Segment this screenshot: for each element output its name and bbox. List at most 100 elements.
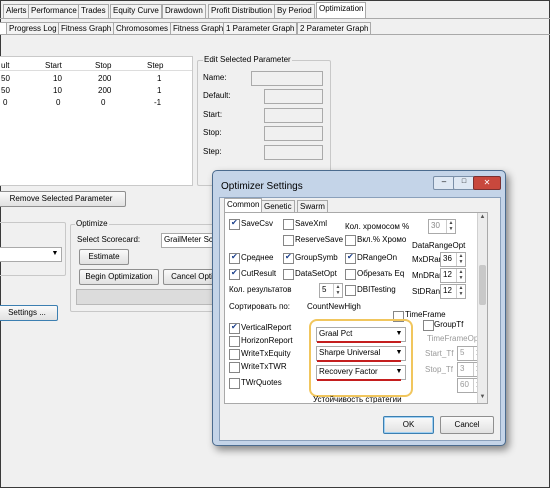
spinner-icon[interactable]: ▲▼: [456, 253, 465, 266]
stop-field[interactable]: [264, 126, 323, 141]
parameter-table[interactable]: ult Start Stop Step 50 10 200 1 50 10 20…: [0, 56, 193, 186]
edit-parameter-group: Edit Selected Parameter Name: Default: S…: [197, 55, 331, 186]
estimate-button[interactable]: Estimate: [79, 249, 129, 265]
results-count-input[interactable]: 5 ▲ ▼: [319, 283, 343, 298]
scroll-up-icon[interactable]: ▲: [479, 214, 486, 222]
underline-annotation: [317, 360, 401, 362]
datasetopt-checkbox[interactable]: [283, 269, 294, 280]
column-header-start[interactable]: Start: [45, 61, 62, 70]
sort-value[interactable]: CountNewHigh: [307, 302, 361, 311]
tab-drawdown[interactable]: Drawdown: [162, 4, 206, 18]
column-header-default[interactable]: ult: [1, 61, 9, 70]
default-field[interactable]: [264, 89, 323, 104]
vkl-hromo-checkbox[interactable]: [345, 235, 356, 246]
scroll-down-icon[interactable]: ▼: [479, 394, 486, 402]
cancel-button[interactable]: Cancel: [440, 416, 494, 434]
spinner-icon[interactable]: ▲▼: [446, 220, 455, 233]
ok-button[interactable]: OK: [383, 416, 434, 434]
tab-profit-distribution[interactable]: Profit Distribution: [208, 4, 275, 18]
column-header-stop[interactable]: Stop: [95, 61, 111, 70]
timeframe-label: TimeFrame: [405, 310, 446, 319]
reservesave-label: ReserveSave: [295, 235, 344, 244]
tab-2-parameter-graph[interactable]: 2 Parameter Graph: [297, 22, 372, 34]
optimization-subtabs: Progress Log Fitness Graph Chromosomes F…: [0, 21, 550, 35]
stop-label: Stop:: [203, 128, 222, 137]
vkl-hromo-label: Вкл.% Хромо: [357, 235, 407, 244]
spinner-icon[interactable]: ▲▼: [333, 284, 342, 297]
srednee-label: Среднее: [241, 253, 274, 262]
tab-optimization[interactable]: Optimization: [316, 2, 367, 19]
writetxequity-label: WriteTxEquity: [241, 349, 291, 358]
chromosome-percent-value: 30: [431, 221, 440, 230]
remove-parameter-button[interactable]: Remove Selected Parameter: [0, 191, 126, 207]
step-field[interactable]: [264, 145, 323, 160]
tab-equity-curve[interactable]: Equity Curve: [110, 4, 162, 18]
tab-performance[interactable]: Performance: [28, 4, 80, 18]
scrollbar[interactable]: ▲ ▼: [477, 213, 487, 403]
start-tf-value: 5: [460, 348, 465, 357]
verticalreport-checkbox[interactable]: [229, 322, 240, 334]
groupsymb-checkbox[interactable]: [283, 252, 294, 264]
mndran-input[interactable]: 12 ▲ ▼: [440, 268, 466, 283]
srednee-checkbox[interactable]: [229, 252, 240, 264]
tab-fitness-graph[interactable]: Fitness Graph: [58, 22, 115, 34]
mxdran-input[interactable]: 36 ▲ ▼: [440, 252, 466, 267]
chevron-down-icon: ▼: [395, 330, 403, 337]
cutresult-checkbox[interactable]: [229, 268, 240, 280]
scorecard-combo-1[interactable]: Graal Pct ▼: [316, 327, 406, 342]
groupsymb-label: GroupSymb: [295, 253, 338, 262]
reservesave-checkbox[interactable]: [283, 235, 294, 246]
minimize-icon[interactable]: –: [433, 176, 455, 190]
chromosome-percent-input[interactable]: 30 ▲ ▼: [428, 219, 456, 234]
dbitesting-checkbox[interactable]: [345, 285, 356, 296]
tab-by-period[interactable]: By Period: [274, 4, 315, 18]
tab-chromosomes[interactable]: Chromosomes: [113, 22, 172, 34]
settings-combo[interactable]: ▼: [0, 247, 62, 262]
scorecard-combo-2[interactable]: Sharpe Universal ▼: [316, 346, 406, 361]
cell: 10: [53, 74, 62, 83]
tab-fitness-graph-2[interactable]: Fitness Graph: [170, 22, 227, 34]
name-label: Name:: [203, 73, 227, 82]
tab-common[interactable]: Common: [224, 198, 263, 213]
close-icon[interactable]: ✕: [473, 176, 501, 190]
grouptf-checkbox[interactable]: [423, 320, 434, 331]
cell: 0: [101, 98, 106, 107]
savecsv-checkbox[interactable]: [229, 218, 240, 230]
chevron-down-icon: ▼: [395, 349, 403, 356]
writetxtwr-label: WriteTxTWR: [241, 362, 287, 371]
stdran-input[interactable]: 12 ▲ ▼: [440, 284, 466, 299]
settings-button[interactable]: Settings ...: [0, 305, 58, 321]
scorecard-combo-3[interactable]: Recovery Factor ▼: [316, 365, 406, 380]
scrollbar-thumb[interactable]: [479, 265, 486, 305]
cell: 10: [53, 86, 62, 95]
cell: 200: [98, 86, 112, 95]
maximize-icon[interactable]: □: [453, 176, 475, 190]
savecsv-label: SaveCsv: [241, 219, 274, 228]
timeframe-opt-label: TimeFrameOpt: [427, 334, 481, 343]
scorecard-combo-3-value: Recovery Factor: [319, 367, 378, 376]
optimize-group: Optimize Select Scorecard: GrailMeter Sc…: [70, 219, 223, 312]
savexml-checkbox[interactable]: [283, 219, 294, 230]
start-field[interactable]: [264, 108, 323, 123]
drangeon-checkbox[interactable]: [345, 252, 356, 264]
obrezat-checkbox[interactable]: [345, 269, 356, 280]
tab-1-parameter-graph[interactable]: 1 Parameter Graph: [223, 22, 298, 34]
writetxtwr-checkbox[interactable]: [229, 362, 240, 373]
step-label: Step:: [203, 147, 222, 156]
spinner-icon[interactable]: ▲▼: [456, 269, 465, 282]
spinner-icon[interactable]: ▲▼: [456, 285, 465, 298]
tab-trades[interactable]: Trades: [78, 4, 109, 18]
writetxequity-checkbox[interactable]: [229, 349, 240, 360]
dialog-title: Optimizer Settings: [221, 181, 303, 192]
start-label: Start:: [203, 110, 223, 119]
tab-alerts[interactable]: Alerts: [3, 4, 30, 18]
tab-progress-log[interactable]: Progress Log: [6, 22, 60, 34]
begin-optimization-button[interactable]: Begin Optimization: [79, 269, 159, 285]
mxdran-value: 36: [443, 254, 452, 263]
name-field[interactable]: [251, 71, 323, 86]
chromosome-percent-label: Кол. хромосом %: [345, 222, 410, 231]
twrquotes-checkbox[interactable]: [229, 378, 240, 389]
column-header-step[interactable]: Step: [147, 61, 163, 70]
optimizer-settings-dialog: Optimizer Settings – □ ✕ Common Genetic …: [212, 170, 506, 446]
horizonreport-checkbox[interactable]: [229, 336, 240, 347]
